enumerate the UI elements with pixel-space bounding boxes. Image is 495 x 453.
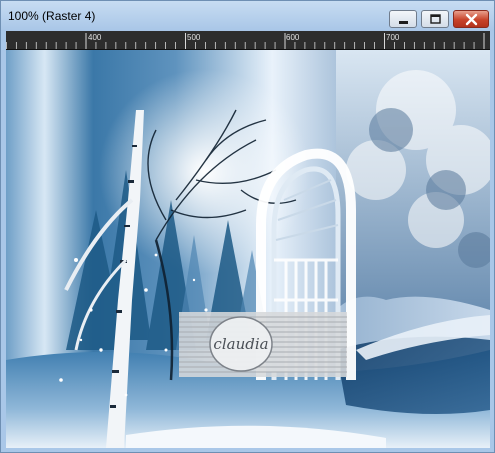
- ruler-label-400: 400: [88, 33, 102, 42]
- ruler-label-700: 700: [386, 33, 400, 42]
- ruler-label-600: 600: [286, 33, 300, 42]
- maximize-button[interactable]: [421, 10, 449, 28]
- close-button[interactable]: [453, 10, 489, 28]
- minimize-icon: [399, 21, 408, 24]
- image-canvas[interactable]: claudia: [6, 50, 490, 448]
- watermark-block: claudia: [179, 312, 347, 377]
- ruler-scale: 400 500 600 700: [6, 33, 485, 49]
- ruler-label-500: 500: [187, 33, 201, 42]
- image-window: 100% (Raster 4) 400 500 600 700 claudia: [0, 0, 495, 453]
- close-icon: [465, 13, 478, 26]
- maximize-icon: [430, 14, 441, 24]
- minimize-button[interactable]: [389, 10, 417, 28]
- title-bar[interactable]: 100% (Raster 4): [1, 1, 494, 31]
- window-title: 100% (Raster 4): [8, 9, 96, 23]
- horizontal-ruler[interactable]: 400 500 600 700: [6, 31, 490, 50]
- watermark-text: claudia: [213, 335, 268, 353]
- winter-scene-image: claudia: [6, 50, 490, 448]
